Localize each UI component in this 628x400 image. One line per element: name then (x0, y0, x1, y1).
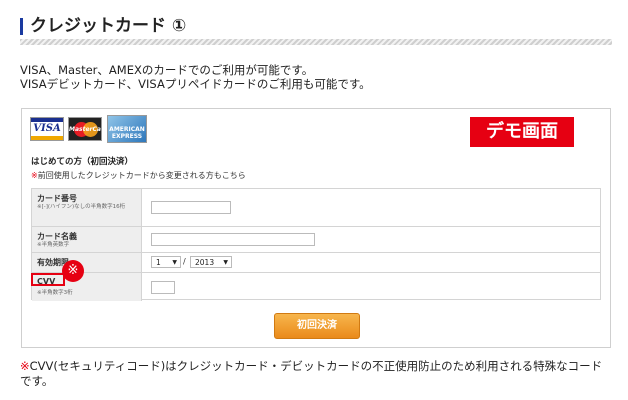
cvv-input[interactable] (151, 281, 175, 294)
first-time-heading: はじめての方（初回決済） (31, 157, 134, 167)
heading-accent-bar (20, 18, 23, 35)
card-number-hint: ※[-](ハイフン)なしの半角数字16桁 (37, 204, 126, 210)
first-payment-button[interactable]: 初回決済 (274, 313, 360, 339)
card-number-label: カード番号 (37, 194, 77, 203)
card-form-table: カード番号 ※[-](ハイフン)なしの半角数字16桁 カード名義 ※半角英数字 … (31, 188, 601, 301)
previous-card-note-text: 前回使用したクレジットカードから変更される方もこちら (37, 171, 246, 180)
heading-divider (20, 39, 612, 45)
card-name-input[interactable] (151, 233, 315, 246)
footnote-text: CVV(セキュリティコード)はクレジットカード・デビットカードの不正使用防止のた… (20, 359, 603, 388)
card-name-hint: ※半角英数字 (37, 242, 70, 248)
expiry-separator: / (183, 257, 186, 266)
note-asterisk: ※ (31, 171, 38, 180)
cvv-row: CVV ※半角数字3桁 (32, 273, 600, 301)
intro-line-1: VISA、Master、AMEXのカードでのご利用が可能です。 (20, 63, 314, 77)
card-number-input[interactable] (151, 201, 231, 214)
expiry-month-select[interactable]: 1 ▼ (151, 256, 181, 268)
previous-card-note: ※前回使用したクレジットカードから変更される方もこちら (31, 170, 246, 181)
expiry-year-value: 2013 (195, 258, 215, 267)
cvv-highlight-box (31, 273, 65, 286)
intro-line-2: VISAデビットカード、VISAプリペイドカードのご利用も可能です。 (20, 77, 371, 91)
amex-logo-text: AMERICAN EXPRESS (109, 126, 145, 140)
mastercard-logo-text: MasterCard (69, 126, 101, 133)
card-name-label-cell: カード名義 ※半角英数字 (32, 227, 142, 252)
card-name-label: カード名義 (37, 232, 77, 241)
card-number-row: カード番号 ※[-](ハイフン)なしの半角数字16桁 (32, 189, 600, 227)
footnote-asterisk: ※ (20, 359, 30, 373)
cvv-footnote: ※CVV(セキュリティコード)はクレジットカード・デビットカードの不正使用防止の… (20, 359, 612, 389)
expiry-year-select[interactable]: 2013 ▼ (190, 256, 232, 268)
cvv-hint: ※半角数字3桁 (37, 290, 73, 296)
amex-logo-icon: AMERICAN EXPRESS (107, 115, 147, 143)
demo-screen-badge: デモ画面 (470, 117, 574, 147)
visa-logo-text: VISA (33, 123, 61, 134)
asterisk-badge-icon: ※ (62, 260, 84, 282)
expiry-month-value: 1 (156, 258, 161, 267)
chevron-down-icon: ▼ (172, 259, 177, 266)
mastercard-logo-icon: MasterCard (68, 117, 102, 141)
card-name-row: カード名義 ※半角英数字 (32, 227, 600, 253)
expiry-row: 有効期限 1 ▼ / 2013 ▼ (32, 253, 600, 273)
card-number-label-cell: カード番号 ※[-](ハイフン)なしの半角数字16桁 (32, 189, 142, 226)
section-heading: クレジットカード ① (20, 14, 612, 38)
chevron-down-icon: ▼ (223, 259, 228, 266)
payment-demo-panel: VISA MasterCard AMERICAN EXPRESS デモ画面 はじ… (21, 108, 611, 348)
intro-text: VISA、Master、AMEXのカードでのご利用が可能です。 VISAデビット… (20, 63, 371, 91)
expiry-label-cell: 有効期限 (32, 253, 142, 272)
visa-logo-icon: VISA (30, 117, 64, 141)
page-title: クレジットカード ① (30, 16, 187, 36)
